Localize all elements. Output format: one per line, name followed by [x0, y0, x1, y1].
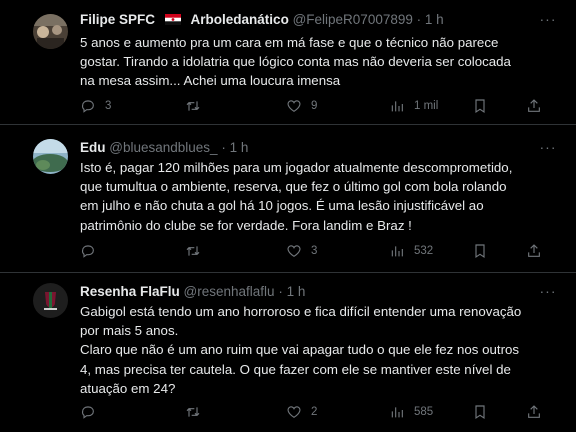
- timestamp[interactable]: 1 h: [425, 12, 444, 27]
- like-button[interactable]: 2: [286, 402, 317, 422]
- like-button[interactable]: 3: [286, 241, 317, 261]
- tweet-actions: 3 9 1 mil: [80, 96, 550, 116]
- share-icon: [528, 99, 540, 112]
- bookmark-button[interactable]: [472, 402, 488, 422]
- retweet-button[interactable]: [185, 402, 210, 422]
- view-count: 1 mil: [414, 100, 439, 112]
- avatar[interactable]: [33, 283, 68, 318]
- retweet-button[interactable]: [185, 96, 210, 116]
- reply-button[interactable]: 3: [80, 96, 111, 116]
- bookmark-icon: [475, 99, 485, 114]
- like-button[interactable]: 9: [286, 96, 317, 116]
- views-button[interactable]: 1 mil: [389, 96, 438, 116]
- heart-icon: [287, 406, 301, 419]
- reply-icon: [81, 406, 94, 419]
- heart-icon: [287, 245, 301, 258]
- more-options-icon[interactable]: ···: [537, 12, 559, 30]
- retweet-icon: [186, 407, 200, 417]
- views-button[interactable]: 585: [389, 402, 433, 422]
- flag-icon: [164, 14, 181, 25]
- tweet-actions: 2 585: [80, 402, 550, 422]
- separator-dot: ·: [278, 284, 283, 299]
- timestamp[interactable]: 1 h: [230, 140, 249, 155]
- user-handle[interactable]: @FelipeR07007899: [293, 12, 413, 27]
- bookmark-button[interactable]: [472, 241, 488, 261]
- user-handle[interactable]: @resenhaflaflu: [184, 284, 275, 299]
- tweet-text: Isto é, pagar 120 milhões para um jogado…: [80, 160, 513, 233]
- bookmark-button[interactable]: [472, 96, 488, 116]
- display-name[interactable]: Filipe SPFC: [80, 12, 155, 27]
- reply-icon: [81, 100, 94, 113]
- retweet-icon: [186, 246, 200, 256]
- bookmark-icon: [475, 405, 485, 420]
- view-count: 532: [414, 245, 434, 257]
- tweet-header: Filipe SPFC Arboledanático @FelipeR07007…: [80, 11, 444, 29]
- user-handle[interactable]: @bluesandblues_: [109, 140, 217, 155]
- tweet-actions: 3 532: [80, 241, 550, 261]
- tweet[interactable]: Filipe SPFC Arboledanático @FelipeR07007…: [0, 0, 576, 125]
- avatar[interactable]: [33, 139, 68, 174]
- reply-button[interactable]: [80, 402, 105, 422]
- share-button[interactable]: [526, 241, 542, 261]
- view-count: 585: [414, 406, 434, 418]
- reply-button[interactable]: [80, 241, 105, 261]
- timestamp[interactable]: 1 h: [287, 284, 306, 299]
- display-name[interactable]: Edu: [80, 140, 106, 155]
- share-icon: [528, 244, 540, 257]
- avatar[interactable]: [33, 14, 68, 49]
- display-name[interactable]: Resenha FlaFlu: [80, 284, 180, 299]
- more-options-icon[interactable]: ···: [537, 140, 559, 158]
- separator-dot: ·: [416, 12, 422, 27]
- retweet-button[interactable]: [185, 241, 210, 261]
- tweet-text: 5 anos e aumento pra um cara em má fase …: [80, 35, 511, 89]
- like-count: 3: [311, 245, 318, 257]
- heart-icon: [287, 100, 301, 113]
- reply-icon: [81, 245, 94, 258]
- bookmark-icon: [475, 244, 485, 259]
- like-count: 9: [311, 100, 318, 112]
- like-count: 2: [311, 406, 318, 418]
- views-bar-chart-icon: [391, 407, 403, 418]
- views-button[interactable]: 532: [389, 241, 433, 261]
- timeline-feed: Filipe SPFC Arboledanático @FelipeR07007…: [0, 0, 576, 432]
- views-bar-chart-icon: [391, 101, 403, 112]
- display-name-suffix[interactable]: Arboledanático: [191, 12, 289, 27]
- share-button[interactable]: [526, 96, 542, 116]
- more-options-icon[interactable]: ···: [537, 284, 559, 302]
- separator-dot: ·: [221, 140, 226, 155]
- share-button[interactable]: [526, 402, 542, 422]
- share-icon: [528, 405, 540, 418]
- retweet-icon: [186, 101, 200, 111]
- tweet[interactable]: Edu @bluesandblues_ · 1 h ··· Isto é, pa…: [0, 125, 576, 273]
- tweet-text: Gabigol está tendo um ano horroroso e fi…: [80, 304, 522, 396]
- tweet-header: Resenha FlaFlu @resenhaflaflu · 1 h: [80, 283, 305, 301]
- tweet-header: Edu @bluesandblues_ · 1 h: [80, 139, 248, 157]
- views-bar-chart-icon: [391, 246, 403, 257]
- reply-count: 3: [105, 100, 112, 112]
- tweet[interactable]: Resenha FlaFlu @resenhaflaflu · 1 h ··· …: [0, 273, 576, 432]
